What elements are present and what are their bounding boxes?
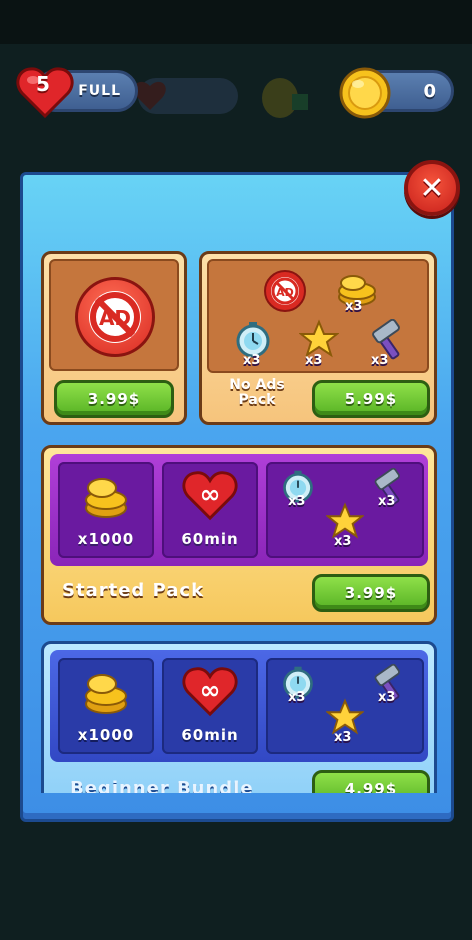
beginner-bundle-buy-button[interactable]: 4.99$: [312, 770, 430, 793]
infinite-heart-icon: ∞: [182, 667, 238, 717]
beginner-bundle-price: 4.99$: [344, 780, 398, 793]
starter-pack-items: x1000 ∞ 60min x3 x3 x3: [50, 454, 428, 566]
no-ads-card-inner: AD: [49, 259, 179, 371]
starter-coins-slot: x1000: [58, 462, 154, 558]
svg-text:∞: ∞: [200, 480, 221, 509]
no-ads-pack-card[interactable]: AD x3 x3 x3: [199, 251, 437, 425]
starter-boosters-slot: x3 x3 x3: [266, 462, 424, 558]
beginner-boosters-slot: x3 x3 x3: [266, 658, 424, 754]
pack-hammer-qty: x3: [371, 353, 389, 368]
beginner-bundle-clip: x1000 ∞ 60min x3 x3 x3 Beginner Bundle 4…: [41, 641, 437, 793]
beginner-bundle-card[interactable]: x1000 ∞ 60min x3 x3 x3 Beginner Bundle 4…: [41, 641, 437, 793]
no-ads-price: 3.99$: [87, 390, 141, 408]
coin-icon: [339, 67, 391, 119]
pack-coins-qty: x3: [345, 299, 363, 314]
starter-lives-qty: 60min: [181, 530, 239, 548]
starter-star-qty: x3: [334, 534, 352, 549]
beginner-bundle-title: Beginner Bundle: [70, 778, 254, 793]
starter-clock-qty: x3: [288, 494, 306, 509]
starter-hammer-qty: x3: [378, 494, 396, 509]
beginner-star-qty: x3: [334, 730, 352, 745]
beginner-hammer-qty: x3: [378, 690, 396, 705]
close-icon: ✕: [419, 170, 445, 206]
beginner-clock-qty: x3: [288, 690, 306, 705]
starter-pack-buy-button[interactable]: 3.99$: [312, 574, 430, 612]
background-coin-ghost: [262, 78, 308, 118]
lives-status: FULL: [78, 83, 121, 99]
top-bar: [0, 0, 472, 44]
no-ads-buy-button[interactable]: 3.99$: [54, 380, 174, 418]
coins-icon: [85, 478, 127, 518]
beginner-coins-qty: x1000: [77, 726, 135, 744]
coins-icon: [85, 674, 127, 714]
no-ads-pack-title: No Ads Pack: [229, 377, 285, 408]
no-ads-pack-inner: AD x3 x3 x3: [207, 259, 429, 373]
starter-lives-slot: ∞ 60min: [162, 462, 258, 558]
beginner-bundle-items: x1000 ∞ 60min x3 x3 x3: [50, 650, 428, 762]
no-ads-card[interactable]: AD 3.99$: [41, 251, 187, 425]
starter-coins-qty: x1000: [77, 530, 135, 548]
background-hud-ghost: [134, 78, 238, 114]
no-ads-icon: AD: [264, 270, 306, 312]
infinite-heart-icon: ∞: [182, 471, 238, 521]
no-ads-pack-buy-button[interactable]: 5.99$: [312, 380, 430, 418]
beginner-coins-slot: x1000: [58, 658, 154, 754]
starter-pack-title: Started Pack: [62, 580, 205, 601]
pack-star-qty: x3: [305, 353, 323, 368]
shop-panel: AD 3.99$ AD x3: [20, 172, 454, 822]
lives-count: 5: [36, 72, 50, 96]
no-ads-pack-price: 5.99$: [344, 390, 398, 408]
starter-pack-card[interactable]: x1000 ∞ 60min x3 x3 x3 Started Pack 3.99…: [41, 445, 437, 625]
coin-count: 0: [423, 80, 437, 102]
beginner-lives-qty: 60min: [181, 726, 239, 744]
close-button[interactable]: ✕: [404, 160, 460, 216]
no-ads-icon: AD: [75, 277, 155, 357]
beginner-lives-slot: ∞ 60min: [162, 658, 258, 754]
svg-text:∞: ∞: [200, 676, 221, 705]
starter-pack-price: 3.99$: [344, 584, 398, 602]
pack-clock-qty: x3: [243, 353, 261, 368]
